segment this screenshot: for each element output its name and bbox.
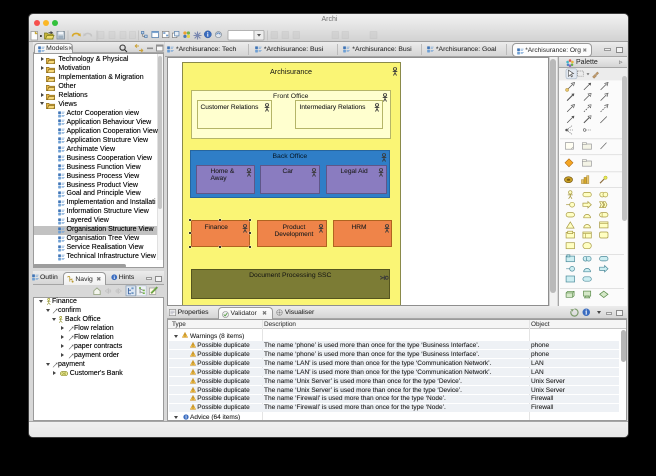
svg-text:i: i [207,32,209,39]
